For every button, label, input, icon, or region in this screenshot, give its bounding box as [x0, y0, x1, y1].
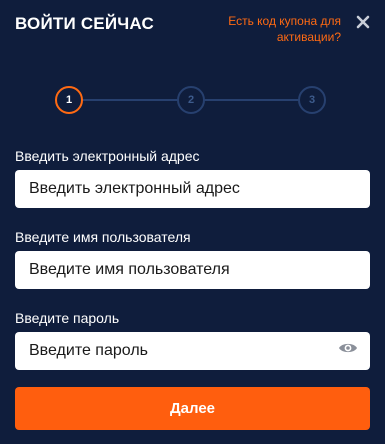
password-field[interactable] [15, 332, 370, 370]
next-button[interactable]: Далее [15, 387, 370, 430]
password-label: Введите пароль [15, 310, 120, 326]
email-label: Введить электронный адрес [15, 148, 200, 164]
username-label: Введите имя пользователя [15, 229, 191, 245]
close-icon[interactable] [355, 14, 371, 30]
step-1: 1 [55, 86, 83, 114]
step-progress: 1 2 3 [55, 86, 327, 114]
step-2: 2 [177, 86, 205, 114]
step-3: 3 [298, 86, 326, 114]
username-field[interactable] [15, 251, 370, 289]
eye-icon[interactable] [338, 341, 358, 355]
modal-title: ВОЙТИ СЕЙЧАС [15, 14, 154, 33]
email-field[interactable] [15, 170, 370, 208]
step-connector-1-2 [81, 99, 179, 101]
step-connector-2-3 [203, 99, 299, 101]
coupon-code-link[interactable]: Есть код купона для активации? [221, 13, 341, 45]
